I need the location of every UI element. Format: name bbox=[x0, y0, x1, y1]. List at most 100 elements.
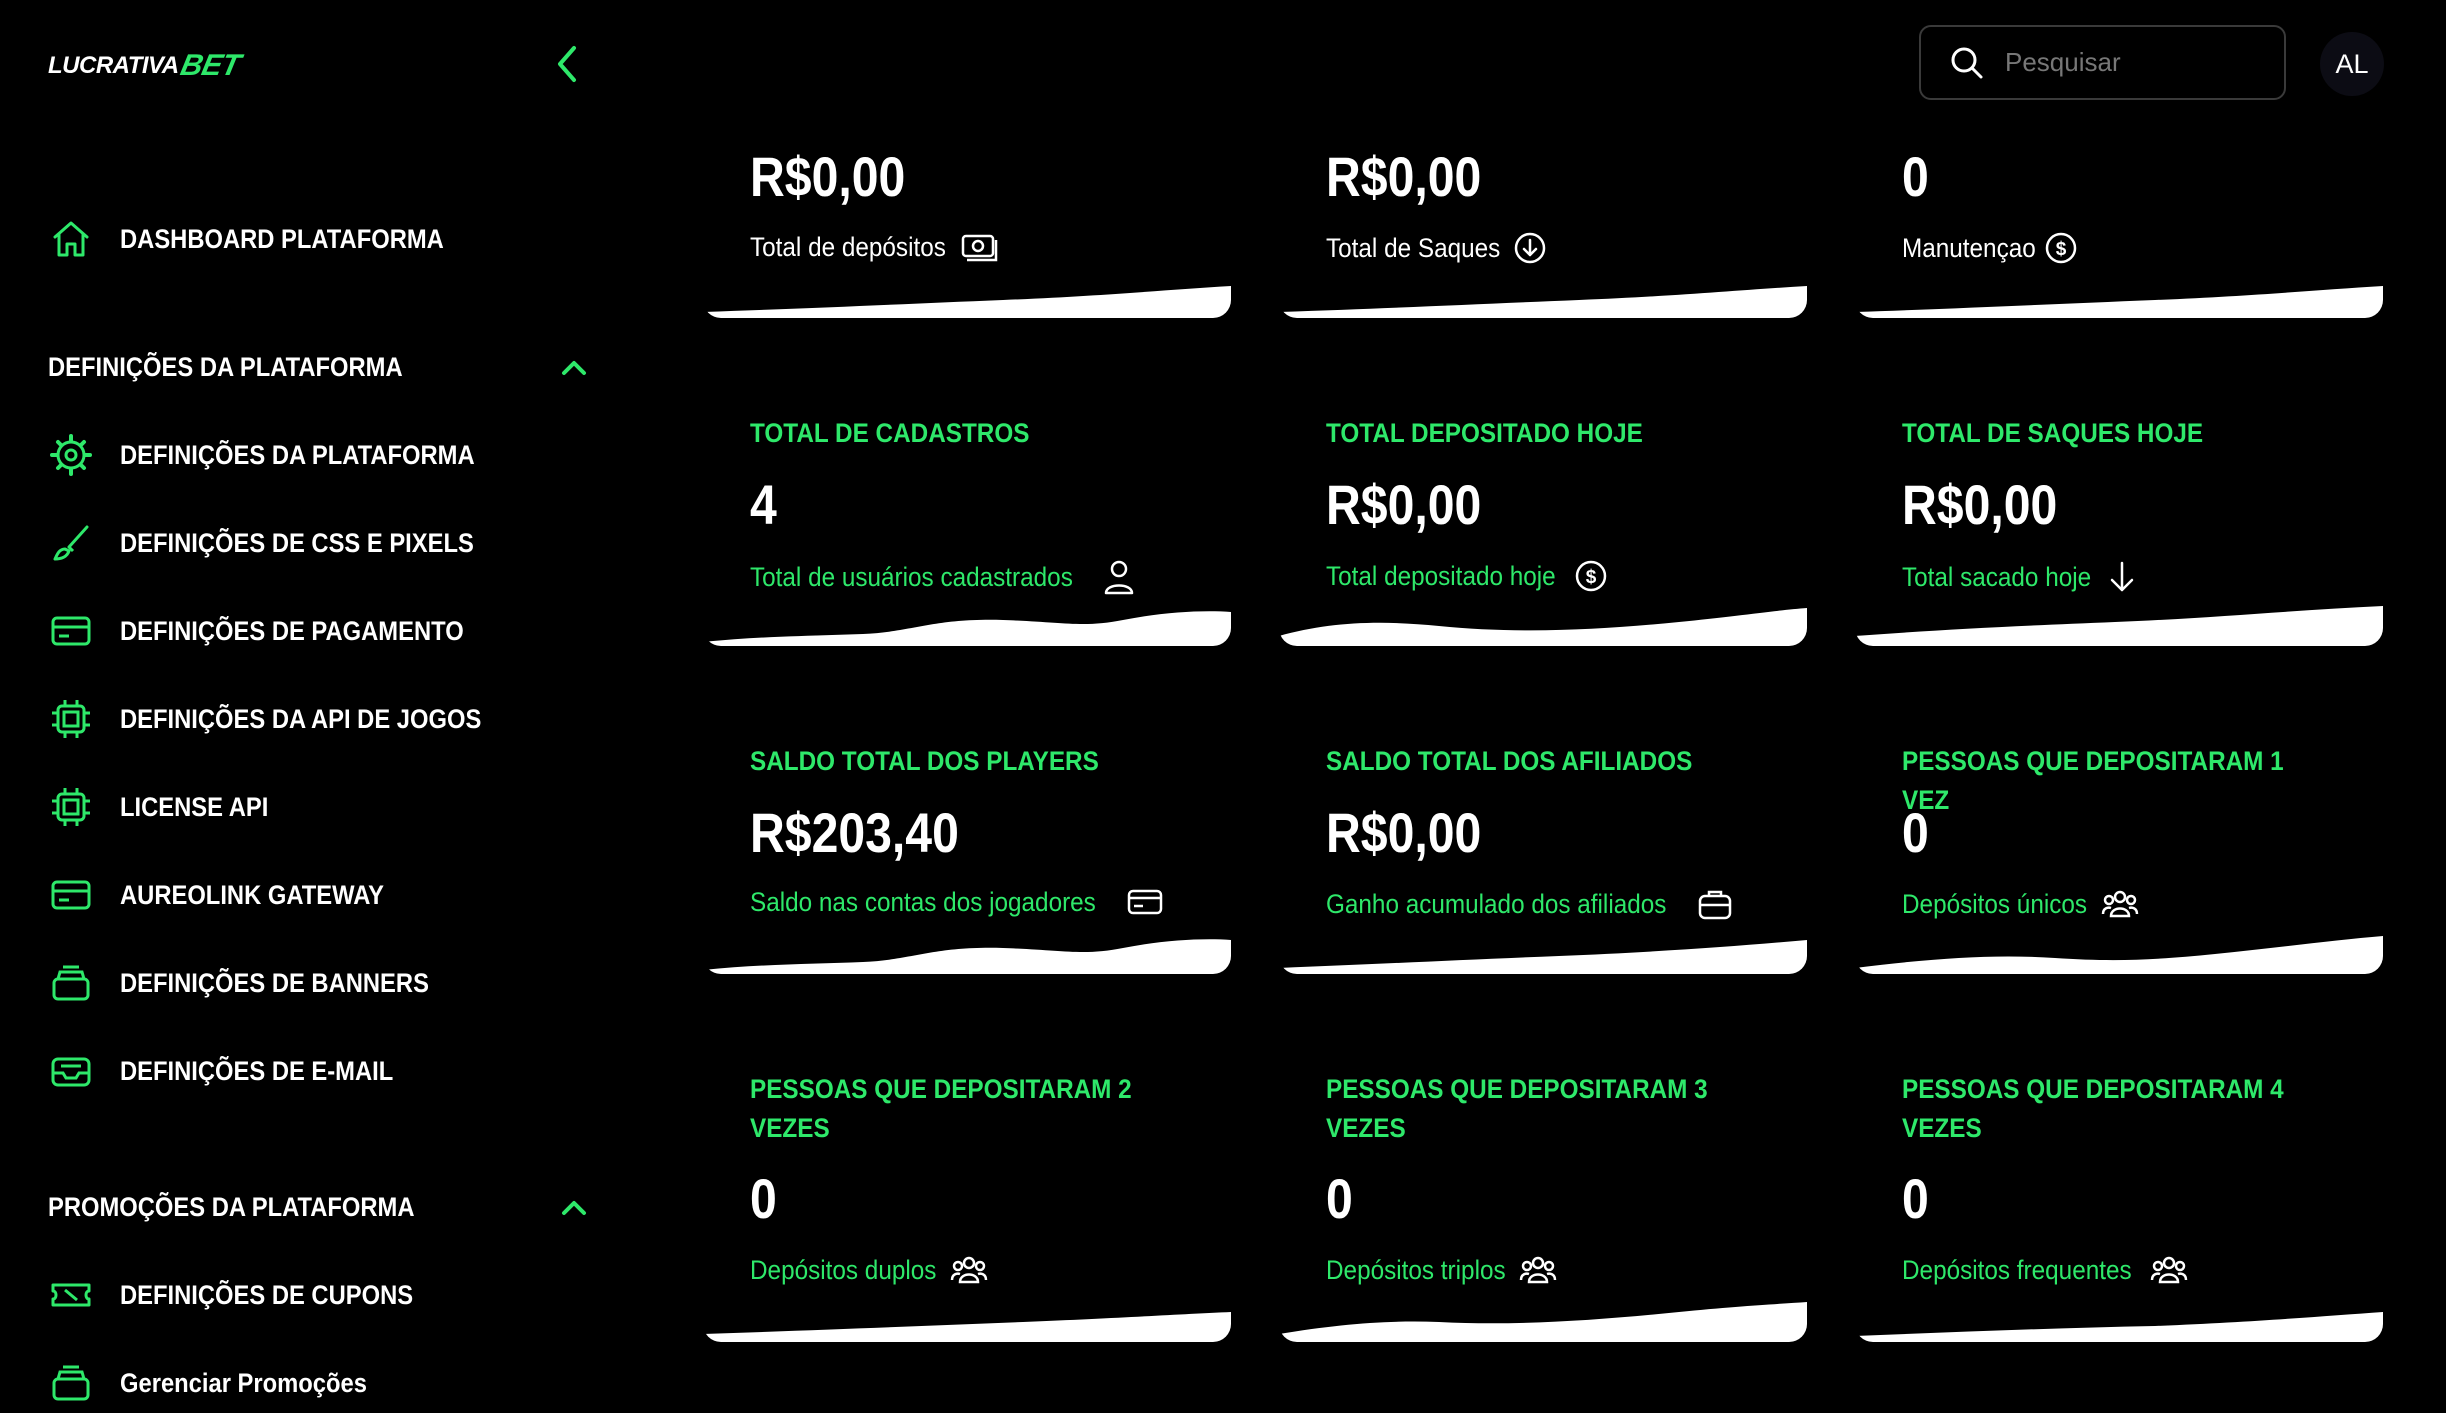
card-subtitle-text: Depósitos únicos bbox=[1902, 888, 2088, 919]
brush-icon bbox=[48, 520, 94, 566]
card-total-signups: TOTAL DE CADASTROS 4 Total de usuários c… bbox=[703, 364, 1231, 646]
card-deposited-thrice: PESSOAS QUE DEPOSITARAM 3 VEZES 0 Depósi… bbox=[1279, 1020, 1807, 1342]
section-title: DEFINIÇÕES DA PLATAFORMA bbox=[48, 351, 403, 382]
card-value: R$0,00 bbox=[1902, 473, 2058, 536]
card-deposited-once: PESSOAS QUE DEPOSITARAM 1 VEZ 0 Depósito… bbox=[1855, 692, 2383, 974]
chip-icon bbox=[48, 784, 94, 830]
collapse-sidebar-button[interactable] bbox=[550, 42, 586, 86]
card-subtitle-text: Total depositado hoje bbox=[1326, 560, 1556, 591]
card-deposited-today: TOTAL DEPOSITADO HOJE R$0,00 Total depos… bbox=[1279, 364, 1807, 646]
search-icon bbox=[1951, 47, 1983, 78]
credit-card-icon bbox=[48, 872, 94, 918]
sidebar-item-label: AUREOLINK GATEWAY bbox=[120, 879, 385, 910]
card-title: TOTAL DE SAQUES HOJE bbox=[1902, 418, 2204, 448]
top-bar: LUCRATIVABET AL bbox=[0, 0, 2446, 130]
card-wave bbox=[1855, 606, 2383, 646]
card-wave bbox=[1855, 286, 2383, 318]
card-title: PESSOAS QUE DEPOSITARAM 4 VEZES bbox=[1902, 1074, 2284, 1143]
sidebar-item-payment[interactable]: DEFINIÇÕES DE PAGAMENTO bbox=[48, 601, 511, 661]
credit-card-icon bbox=[1128, 889, 1163, 915]
card-value: 0 bbox=[1902, 145, 1929, 208]
card-subtitle-text: Total sacado hoje bbox=[1902, 561, 2092, 592]
sidebar-item-label: DEFINIÇÕES DE E-MAIL bbox=[120, 1055, 394, 1086]
stack-icon bbox=[48, 1360, 94, 1406]
card-subtitle: Depósitos triplos bbox=[1326, 1252, 1558, 1288]
card-value: 0 bbox=[1326, 1167, 1353, 1230]
card-wave bbox=[703, 611, 1231, 646]
card-title: PESSOAS QUE DEPOSITARAM 2 VEZES bbox=[750, 1074, 1132, 1143]
card-subtitle-text: Total de depósitos bbox=[750, 231, 946, 262]
card-value: 0 bbox=[1902, 1167, 1929, 1230]
briefcase-icon bbox=[1699, 890, 1732, 920]
sidebar-item-manage-promotions[interactable]: Gerenciar Promoções bbox=[48, 1353, 401, 1413]
sidebar-item-coupons[interactable]: DEFINIÇÕES DE CUPONS bbox=[48, 1265, 453, 1325]
card-value: 0 bbox=[1902, 801, 1929, 864]
section-settings[interactable]: DEFINIÇÕES DA PLATAFORMA bbox=[48, 342, 588, 392]
card-title: TOTAL DEPOSITADO HOJE bbox=[1326, 418, 1643, 448]
card-title: PESSOAS QUE DEPOSITARAM 3 VEZES bbox=[1326, 1074, 1708, 1143]
card-subtitle-text: Saldo nas contas dos jogadores bbox=[750, 886, 1096, 917]
card-withdrawals-today: TOTAL DE SAQUES HOJE R$0,00 Total sacado… bbox=[1855, 364, 2383, 646]
card-title: TOTAL DE CADASTROS bbox=[750, 418, 1030, 448]
card-value: R$203,40 bbox=[750, 801, 959, 864]
sidebar-item-label: DEFINIÇÕES DE PAGAMENTO bbox=[120, 615, 464, 646]
logo-text: LUCRATIVA bbox=[48, 52, 179, 79]
card-players-balance: SALDO TOTAL DOS PLAYERS R$203,40 Saldo n… bbox=[703, 692, 1231, 974]
ticket-icon bbox=[48, 1272, 94, 1318]
stack-icon bbox=[48, 960, 94, 1006]
card-title: SALDO TOTAL DOS PLAYERS bbox=[750, 746, 1099, 776]
sidebar-item-dashboard[interactable]: DASHBOARD PLATAFORMA bbox=[48, 209, 488, 269]
arrow-down-icon bbox=[2110, 561, 2134, 592]
sidebar-item-label: LICENSE API bbox=[120, 791, 269, 822]
users-icon bbox=[1519, 1256, 1556, 1284]
card-wave bbox=[1855, 1312, 2383, 1342]
card-subtitle: Manutençao $ bbox=[1902, 230, 2079, 266]
card-total-deposits: R$0,00 Total de depósitos bbox=[703, 130, 1231, 318]
sidebar-item-email[interactable]: DEFINIÇÕES DE E-MAIL bbox=[48, 1041, 431, 1101]
sidebar-item-games-api[interactable]: DEFINIÇÕES DA API DE JOGOS bbox=[48, 689, 531, 749]
sidebar-item-license-api[interactable]: LICENSE API bbox=[48, 777, 289, 837]
sidebar-item-label: DEFINIÇÕES DE CSS E PIXELS bbox=[120, 527, 474, 558]
section-promotions[interactable]: PROMOÇÕES DA PLATAFORMA bbox=[48, 1182, 588, 1232]
section-title: PROMOÇÕES DA PLATAFORMA bbox=[48, 1191, 415, 1222]
card-subtitle-text: Ganho acumulado dos afiliados bbox=[1326, 888, 1667, 919]
search-box[interactable] bbox=[1919, 25, 2286, 100]
sidebar-item-css-pixels[interactable]: DEFINIÇÕES DE CSS E PIXELS bbox=[48, 513, 522, 573]
svg-text:$: $ bbox=[2055, 239, 2066, 260]
card-maintenance: 0 Manutençao $ bbox=[1855, 130, 2383, 318]
sidebar-item-aureolink[interactable]: AUREOLINK GATEWAY bbox=[48, 865, 420, 925]
svg-text:$: $ bbox=[1586, 567, 1597, 588]
search-input[interactable] bbox=[2003, 46, 2267, 79]
sidebar-item-label: Gerenciar Promoções bbox=[120, 1367, 367, 1398]
inbox-icon bbox=[48, 1048, 94, 1094]
sidebar-item-label: DEFINIÇÕES DE BANNERS bbox=[120, 967, 429, 998]
chevron-left-icon bbox=[558, 46, 576, 82]
card-subtitle: Depósitos frequentes bbox=[1902, 1252, 2189, 1288]
card-value: 4 bbox=[750, 473, 777, 536]
card-value: R$0,00 bbox=[1326, 801, 1482, 864]
arrow-down-circle-icon bbox=[1514, 232, 1545, 264]
cash-icon bbox=[961, 234, 997, 262]
card-subtitle-text: Depósitos frequentes bbox=[1902, 1254, 2132, 1285]
card-subtitle: Depósitos únicos bbox=[1902, 886, 2140, 922]
chevron-up-icon bbox=[562, 361, 586, 375]
card-value: R$0,00 bbox=[1326, 145, 1482, 208]
card-subtitle-text: Depósitos triplos bbox=[1326, 1254, 1506, 1285]
avatar[interactable]: AL bbox=[2320, 32, 2384, 96]
chevron-up-icon bbox=[562, 1201, 586, 1215]
sidebar: DASHBOARD PLATAFORMA DEFINIÇÕES DA PLATA… bbox=[0, 130, 620, 1406]
sidebar-item-banners[interactable]: DEFINIÇÕES DE BANNERS bbox=[48, 953, 471, 1013]
sidebar-item-label: DEFINIÇÕES DA PLATAFORMA bbox=[120, 439, 475, 470]
card-deposited-four: PESSOAS QUE DEPOSITARAM 4 VEZES 0 Depósi… bbox=[1855, 1020, 2383, 1342]
card-wave bbox=[1279, 940, 1807, 974]
logo[interactable]: LUCRATIVA BET bbox=[48, 44, 243, 88]
sidebar-item-platform-settings[interactable]: DEFINIÇÕES DA PLATAFORMA bbox=[48, 425, 523, 485]
card-value: R$0,00 bbox=[1326, 473, 1482, 536]
dollar-circle-icon: $ bbox=[2045, 232, 2076, 264]
card-subtitle: Total de Saques bbox=[1326, 230, 1548, 266]
card-subtitle: Ganho acumulado dos afiliados bbox=[1326, 886, 1734, 922]
user-icon bbox=[1104, 560, 1133, 595]
card-value: R$0,00 bbox=[750, 145, 906, 208]
card-subtitle: Depósitos duplos bbox=[750, 1252, 989, 1288]
card-title: SALDO TOTAL DOS AFILIADOS bbox=[1326, 746, 1693, 776]
